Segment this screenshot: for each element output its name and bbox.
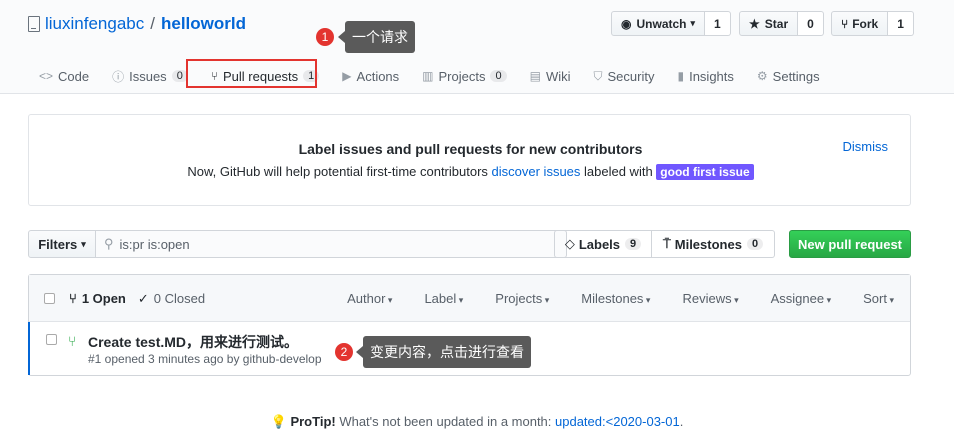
fork-count[interactable]: 1 (888, 11, 914, 36)
project-icon: ▥ (422, 69, 434, 83)
search-icon: ⚲ (104, 236, 114, 251)
author-filter[interactable]: Author (347, 291, 392, 306)
tab-actions[interactable]: ▶ Actions (331, 62, 411, 90)
eye-icon: ◉ (621, 16, 632, 31)
projects-count: 0 (490, 70, 507, 82)
banner-title: Label issues and pull requests for new c… (298, 141, 643, 157)
closed-filter[interactable]: ✓ 0 Closed (138, 291, 205, 307)
protip: 💡 ProTip! What's not been updated in a m… (270, 414, 684, 429)
repo-separator: / (150, 14, 155, 33)
tag-icon: ◇ (564, 236, 575, 251)
list-header: ⑂1 Open ✓0 Closed Author Label Projects … (29, 275, 910, 322)
watch-count[interactable]: 1 (705, 11, 731, 36)
annotation-2-callout: 变更内容，点击进行查看 (356, 336, 531, 368)
tab-settings[interactable]: ⚙ Settings (746, 62, 832, 90)
annotation-2-marker: 2 (335, 343, 353, 361)
pull-requests-highlight-box (186, 59, 317, 88)
annotation-1-callout: 一个请求 (338, 21, 415, 53)
filter-bar: Filters ▾ ⚲ ◇ Labels 9 ⍑ Milestones 0 Ne… (28, 230, 911, 258)
shield-icon: ⛉ (593, 68, 603, 83)
star-button[interactable]: ★ Star (739, 11, 799, 36)
dismiss-button[interactable]: Dismiss (843, 139, 889, 154)
star-group: ★ Star 0 (739, 11, 824, 36)
milestones-count: 0 (746, 238, 764, 250)
milestones-filter[interactable]: Milestones (581, 291, 650, 306)
lightbulb-icon: 💡 (270, 414, 287, 429)
annotation-1-marker: 1 (316, 28, 334, 46)
repo-owner-link[interactable]: liuxinfengabc (45, 14, 144, 34)
new-pull-request-button[interactable]: New pull request (789, 230, 911, 258)
repo-title: liuxinfengabc / helloworld (28, 14, 246, 34)
repo-icon (28, 16, 40, 32)
pull-request-open-icon: ⑂ (68, 333, 77, 349)
projects-filter[interactable]: Projects (495, 291, 549, 306)
pull-request-title-link[interactable]: Create test.MD，用来进行测试。 (88, 332, 298, 352)
issue-icon: ⓘ (112, 69, 125, 84)
filters-dropdown[interactable]: Filters ▾ (28, 230, 96, 258)
milestone-icon: ⍑ (662, 236, 671, 251)
code-icon: <> (39, 69, 54, 83)
repo-header: liuxinfengabc / helloworld ◉ Unwatch ▾ 1… (0, 0, 954, 94)
chevron-down-icon: ▾ (81, 238, 86, 249)
gear-icon: ⚙ (756, 69, 768, 83)
chevron-down-icon: ▾ (690, 18, 696, 28)
reviews-filter[interactable]: Reviews (682, 291, 738, 306)
repo-name-link[interactable]: helloworld (161, 14, 246, 34)
repo-tabs: <> Code ⓘ Issues 0 ⑂ Pull requests 1 ▶ A… (28, 62, 832, 94)
tab-security[interactable]: ⛉ Security (583, 62, 667, 90)
tab-issues[interactable]: ⓘ Issues 0 (101, 62, 200, 90)
row-checkbox[interactable] (46, 334, 57, 345)
banner-text: Now, GitHub will help potential first-ti… (29, 164, 912, 180)
state-toggle: ⑂ 1 Open ✓ 0 Closed (69, 291, 205, 307)
discover-issues-link[interactable]: discover issues (492, 164, 581, 179)
fork-group: ⑂ Fork 1 (831, 11, 914, 36)
watch-button[interactable]: ◉ Unwatch ▾ (611, 11, 706, 36)
tab-projects[interactable]: ▥ Projects 0 (411, 62, 518, 90)
updated-filter-link[interactable]: updated:<2020-03-01 (555, 414, 680, 429)
assignee-filter[interactable]: Assignee (771, 291, 832, 306)
select-all-checkbox[interactable] (44, 293, 55, 304)
fork-icon: ⑂ (841, 16, 849, 31)
pull-request-meta: #1 opened 3 minutes ago by github-develo… (88, 352, 322, 366)
fork-button[interactable]: ⑂ Fork (831, 11, 889, 36)
first-contributor-banner: Label issues and pull requests for new c… (28, 114, 911, 206)
check-icon: ✓ (137, 291, 149, 306)
book-icon: ▤ (529, 69, 541, 83)
search-input[interactable] (119, 236, 520, 252)
label-filter[interactable]: Label (424, 291, 463, 306)
search-box: ⚲ (96, 230, 567, 258)
star-count[interactable]: 0 (798, 11, 824, 36)
open-filter[interactable]: ⑂ 1 Open (69, 291, 126, 307)
tab-code[interactable]: <> Code (28, 62, 101, 90)
tab-insights[interactable]: ▮ Insights (666, 62, 745, 90)
star-icon: ★ (749, 16, 760, 31)
pull-request-icon: ⑂ (69, 291, 77, 306)
milestones-button[interactable]: ⍑ Milestones 0 (652, 230, 775, 258)
list-filters: Author Label Projects Milestones Reviews… (315, 291, 894, 306)
labels-count: 9 (625, 238, 642, 250)
good-first-issue-label[interactable]: good first issue (656, 164, 754, 180)
sort-filter[interactable]: Sort (863, 291, 894, 306)
graph-icon: ▮ (677, 69, 685, 83)
watch-group: ◉ Unwatch ▾ 1 (611, 11, 731, 36)
play-icon: ▶ (342, 69, 352, 83)
tab-wiki[interactable]: ▤ Wiki (519, 62, 583, 90)
labels-button[interactable]: ◇ Labels 9 (554, 230, 652, 258)
